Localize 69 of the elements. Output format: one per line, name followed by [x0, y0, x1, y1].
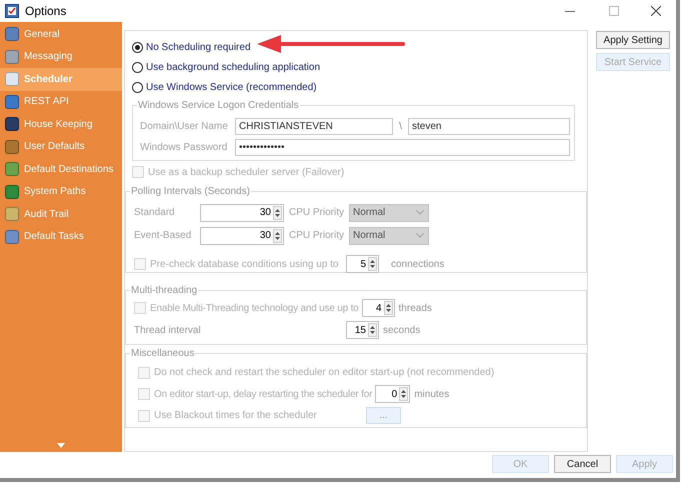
sidebar-item[interactable]: Audit Trail: [0, 203, 122, 226]
spin-arrows-icon: [368, 323, 377, 337]
item-icon: [5, 140, 19, 154]
caret-icon: [416, 210, 424, 215]
dialog-button[interactable]: Cancel: [554, 455, 611, 473]
item-icon: [5, 230, 19, 244]
field-label: Event-Based: [134, 229, 192, 243]
field-label: Standard: [134, 206, 176, 220]
field-label: Thread interval: [134, 324, 202, 338]
checkbox-label: Use Blackout times for the scheduler: [154, 409, 318, 424]
group-title: Multi-threading: [130, 283, 198, 298]
side-button[interactable]: Apply Setting: [596, 31, 670, 49]
item-icon: [5, 162, 19, 176]
radio-label[interactable]: Use Windows Service (recommended): [146, 80, 317, 94]
unit-label: connections: [391, 258, 444, 272]
group-title: Windows Service Logon Credentials: [137, 98, 300, 113]
checkbox-label: Enable Multi-Threading technology and use up to: [150, 302, 360, 316]
radio-button[interactable]: [132, 82, 143, 92]
sidebar-item[interactable]: General: [0, 23, 122, 46]
scroll-down-icon: [57, 443, 65, 448]
item-icon: [5, 27, 19, 42]
password-field[interactable]: •••••••••••••: [235, 139, 570, 156]
spin-arrows-icon: [273, 206, 282, 220]
radio-label[interactable]: No Scheduling required: [146, 40, 251, 54]
group-title: Polling Intervals (Seconds): [130, 184, 251, 199]
item-icon: [5, 94, 19, 109]
sidebar-item[interactable]: House Keeping: [0, 113, 122, 136]
radio-button[interactable]: [132, 42, 143, 52]
close-icon: [651, 6, 661, 16]
field-label: CPU Priority: [289, 206, 346, 220]
separator-label: \: [398, 120, 403, 134]
spin-field[interactable]: 30: [200, 226, 284, 244]
spin-field[interactable]: 30: [200, 204, 284, 222]
priority-dropdown[interactable]: Normal: [349, 204, 429, 222]
radio-label[interactable]: Use background scheduling application: [146, 60, 320, 74]
user-name-field[interactable]: steven: [408, 118, 570, 134]
field-label: Windows Password: [140, 141, 228, 155]
spin-arrows-icon: [368, 257, 377, 271]
sidebar-item[interactable]: Default Destinations: [0, 158, 122, 180]
domain-field[interactable]: CHRISTIANSTEVEN: [235, 118, 393, 134]
sidebar-item[interactable]: Messaging: [0, 46, 122, 68]
sidebar-item[interactable]: Default Tasks: [0, 226, 122, 248]
item-icon: [5, 207, 19, 222]
item-icon: [5, 72, 19, 86]
spin-arrows-icon: [384, 301, 393, 315]
checkbox-label: On editor start-up, delay restarting the scheduler for: [154, 388, 374, 402]
unit-label: seconds: [383, 324, 420, 338]
spin-arrows-icon: [273, 228, 282, 242]
item-icon: [5, 184, 19, 199]
priority-dropdown[interactable]: Normal: [349, 226, 429, 244]
maximize-icon: [609, 6, 619, 16]
spin-field[interactable]: 15: [346, 321, 379, 339]
radio-button[interactable]: [132, 62, 143, 72]
sidebar-item[interactable]: System Paths: [0, 180, 122, 203]
caret-icon: [416, 233, 424, 238]
item-icon: [5, 50, 19, 64]
window-title: Options: [25, 3, 66, 20]
sidebar-item[interactable]: REST API: [0, 90, 122, 113]
item-icon: [5, 117, 19, 132]
checkbox-label: Do not check and restart the scheduler on editor start-up (not recommended): [154, 366, 494, 380]
unit-label: minutes: [414, 388, 450, 402]
sidebar-item[interactable]: User Defaults: [0, 136, 122, 158]
spin-arrows-icon: [399, 387, 408, 402]
field-label: Domain\User Name: [140, 120, 229, 134]
checkbox-label: Pre-check database conditions using up to: [150, 258, 340, 272]
app-icon: [5, 4, 19, 18]
unit-label: threads: [398, 302, 432, 316]
checkbox-label: Use as a backup scheduler server (Failover): [148, 166, 344, 180]
field-label: CPU Priority: [289, 229, 346, 243]
